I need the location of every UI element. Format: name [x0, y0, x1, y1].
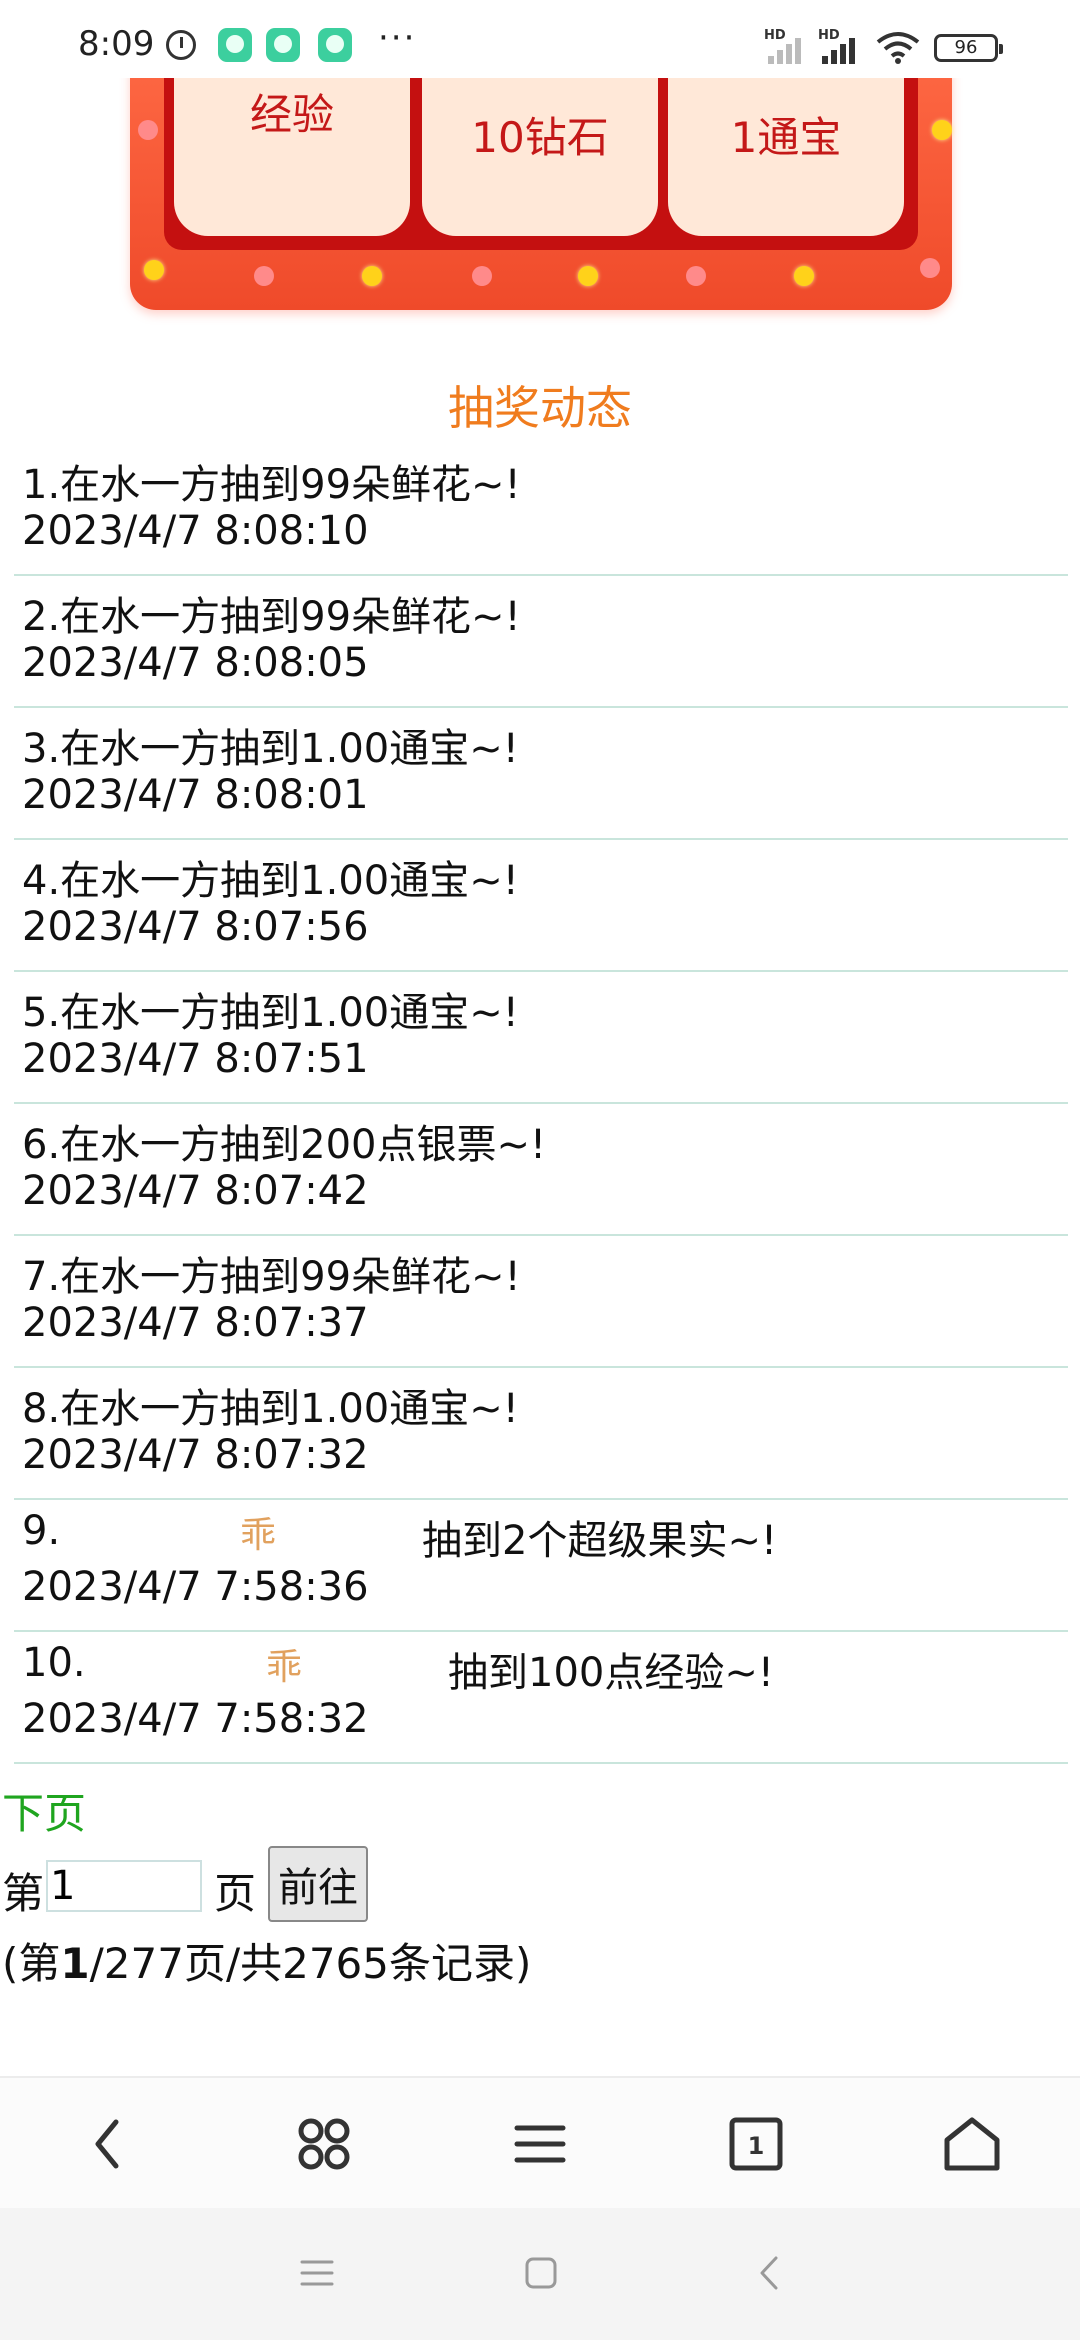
entry-text: 4.在水一方抽到1.00通宝~! [22, 858, 519, 904]
user-link[interactable]: 乖 [266, 1638, 302, 1690]
light-dot [254, 266, 274, 286]
page-number-input[interactable] [46, 1860, 202, 1912]
battery-icon: 96 [934, 34, 1003, 62]
signal-icon [822, 30, 866, 64]
user-link[interactable]: 乖 [240, 1506, 276, 1558]
apps-icon[interactable] [288, 2108, 360, 2180]
summary-prefix: (第 [2, 1939, 61, 1988]
entry-text: 5.在水一方抽到1.00通宝~! [22, 990, 519, 1036]
list-item: 10. 乖 抽到100点经验~! 2023/4/7 7:58:32 [14, 1632, 1068, 1764]
status-time: 8:09 [78, 24, 155, 64]
light-dot [578, 266, 598, 286]
entry-time: 2023/4/7 8:07:51 [22, 1036, 369, 1082]
prize-board: 100社区经验 10钻石 1通宝 [130, 40, 952, 310]
entry-time: 2023/4/7 7:58:32 [22, 1696, 369, 1742]
entry-time: 2023/4/7 8:07:32 [22, 1432, 369, 1478]
entry-text: 抽到2个超级果实~! [422, 1518, 777, 1564]
system-back-icon[interactable] [744, 2248, 794, 2298]
summary-rest: /277页/共2765条记录) [89, 1939, 532, 1988]
tab-count: 1 [748, 2132, 765, 2160]
app-notification-icon [318, 28, 352, 62]
system-nav-bar [0, 2208, 1080, 2340]
alarm-icon [166, 30, 196, 60]
entry-time: 2023/4/7 7:58:36 [22, 1564, 369, 1610]
light-dot [794, 266, 814, 286]
list-item: 8.在水一方抽到1.00通宝~! 2023/4/7 8:07:32 [14, 1368, 1068, 1500]
entry-text: 7.在水一方抽到99朵鲜花~! [22, 1254, 521, 1300]
current-page: 1 [60, 1939, 90, 1988]
feed-title: 抽奖动态 [448, 381, 632, 435]
entry-text: 1.在水一方抽到99朵鲜花~! [22, 462, 521, 508]
entry-time: 2023/4/7 8:08:01 [22, 772, 369, 818]
list-item: 1.在水一方抽到99朵鲜花~! 2023/4/7 8:08:10 [14, 444, 1068, 576]
entry-text: 8.在水一方抽到1.00通宝~! [22, 1386, 519, 1432]
next-page-link[interactable]: 下页 [2, 1780, 86, 1841]
pager-summary: (第1/277页/共2765条记录) [2, 1930, 531, 1991]
go-button[interactable]: 前往 [268, 1846, 368, 1922]
entry-text: 2.在水一方抽到99朵鲜花~! [22, 594, 521, 640]
light-dot [472, 266, 492, 286]
list-item: 3.在水一方抽到1.00通宝~! 2023/4/7 8:08:01 [14, 708, 1068, 840]
entry-text: 3.在水一方抽到1.00通宝~! [22, 726, 519, 772]
light-dot [144, 260, 164, 280]
entry-time: 2023/4/7 8:08:10 [22, 508, 369, 554]
app-notification-icon [266, 28, 300, 62]
prize-label: 1通宝 [730, 113, 842, 162]
entry-text: 6.在水一方抽到200点银票~! [22, 1122, 547, 1168]
lottery-feed: 1.在水一方抽到99朵鲜花~! 2023/4/7 8:08:10 2.在水一方抽到… [14, 444, 1068, 1764]
wifi-icon [876, 32, 920, 64]
tabs-icon[interactable]: 1 [720, 2108, 792, 2180]
back-icon[interactable] [72, 2108, 144, 2180]
entry-time: 2023/4/7 8:07:37 [22, 1300, 369, 1346]
entry-time: 2023/4/7 8:07:42 [22, 1168, 369, 1214]
light-dot [920, 258, 940, 278]
menu-icon[interactable] [504, 2108, 576, 2180]
page-prefix: 第 [2, 1869, 45, 1918]
prize-label: 10钻石 [471, 113, 609, 162]
entry-number: 10. [22, 1640, 86, 1686]
list-item: 9. 乖 抽到2个超级果实~! 2023/4/7 7:58:36 [14, 1500, 1068, 1632]
light-dot [686, 266, 706, 286]
signal-icon [768, 30, 812, 64]
light-dot [932, 120, 952, 140]
list-item: 7.在水一方抽到99朵鲜花~! 2023/4/7 8:07:37 [14, 1236, 1068, 1368]
home-icon[interactable] [936, 2108, 1008, 2180]
list-item: 2.在水一方抽到99朵鲜花~! 2023/4/7 8:08:05 [14, 576, 1068, 708]
app-notification-icon [218, 28, 252, 62]
status-bar: 8:09 ··· HD HD 96 [0, 0, 1080, 78]
more-notifications-icon: ··· [378, 18, 417, 58]
list-item: 5.在水一方抽到1.00通宝~! 2023/4/7 8:07:51 [14, 972, 1068, 1104]
browser-toolbar: 1 [0, 2076, 1080, 2210]
list-item: 4.在水一方抽到1.00通宝~! 2023/4/7 8:07:56 [14, 840, 1068, 972]
entry-number: 9. [22, 1508, 61, 1554]
light-dot [138, 120, 158, 140]
list-item: 6.在水一方抽到200点银票~! 2023/4/7 8:07:42 [14, 1104, 1068, 1236]
entry-time: 2023/4/7 8:07:56 [22, 904, 369, 950]
page-suffix: 页 [214, 1869, 257, 1918]
recent-apps-icon[interactable] [292, 2248, 342, 2298]
entry-text: 抽到100点经验~! [448, 1650, 774, 1696]
entry-time: 2023/4/7 8:08:05 [22, 640, 369, 686]
home-square-icon[interactable] [516, 2248, 566, 2298]
light-dot [362, 266, 382, 286]
